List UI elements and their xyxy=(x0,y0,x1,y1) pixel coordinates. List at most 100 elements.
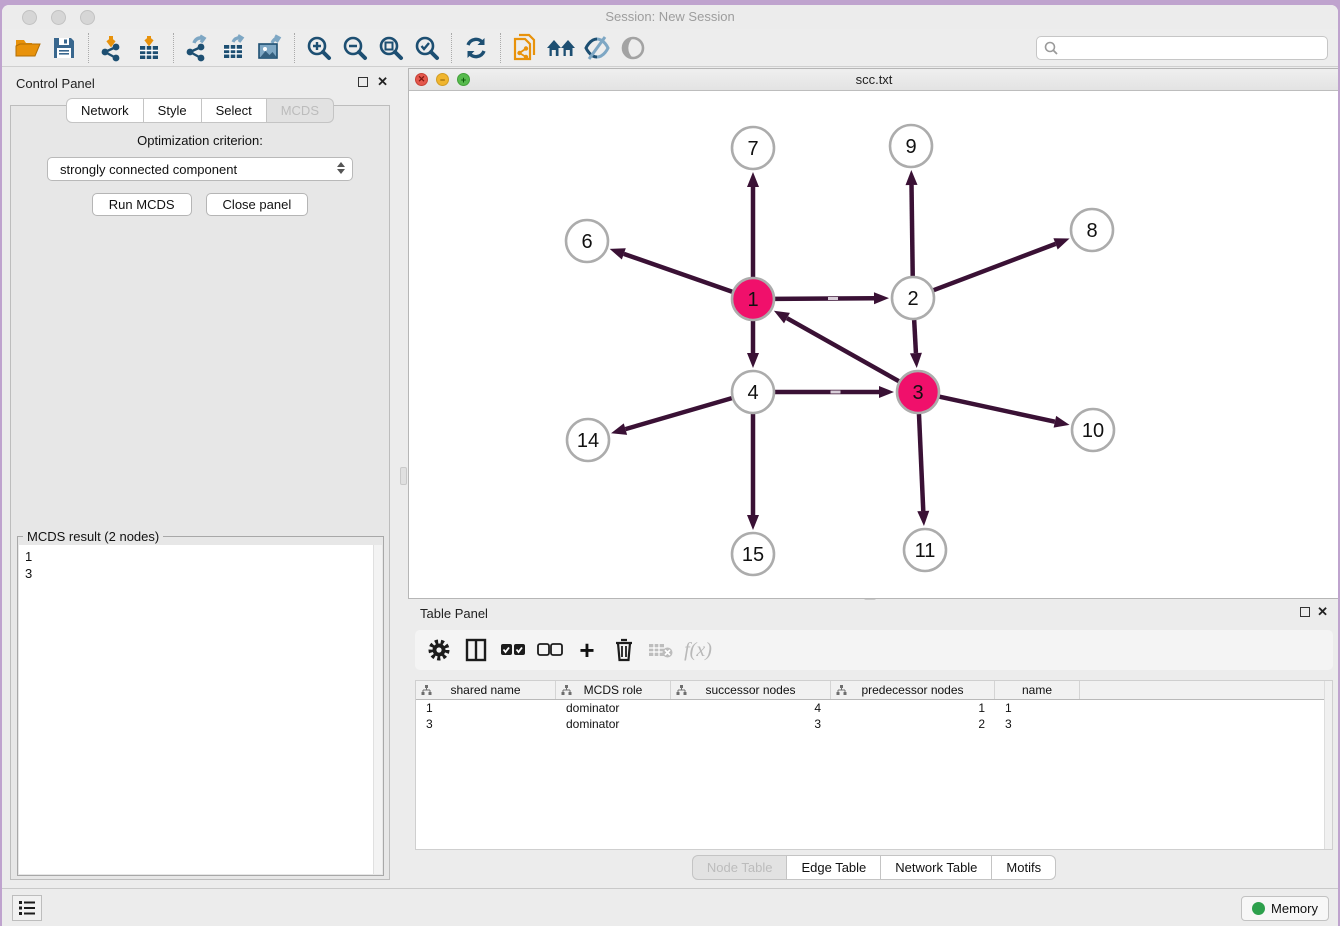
mcds-panel: Optimization criterion: strongly connect… xyxy=(10,105,390,880)
graph-edge-4-3[interactable] xyxy=(775,386,894,398)
tab-style[interactable]: Style xyxy=(144,98,202,123)
column-header-name[interactable]: name xyxy=(995,681,1080,699)
close-table-panel-icon[interactable]: ✕ xyxy=(1317,604,1328,620)
graph-edge-3-10[interactable] xyxy=(939,397,1069,428)
memory-button[interactable]: Memory xyxy=(1241,896,1329,921)
table-cell[interactable]: 3 xyxy=(671,716,831,732)
fx-icon: f(x) xyxy=(684,639,712,662)
new-network-button[interactable] xyxy=(507,32,543,64)
graph-edge-1-2[interactable] xyxy=(775,292,889,304)
column-header-MCDS-role[interactable]: MCDS role xyxy=(556,681,671,699)
run-mcds-button[interactable]: Run MCDS xyxy=(92,193,192,216)
tab-network-table[interactable]: Network Table xyxy=(881,855,992,880)
graph-node-15[interactable]: 15 xyxy=(732,533,774,575)
graph-edge-4-15[interactable] xyxy=(747,414,759,530)
zoom-fit-button[interactable] xyxy=(373,32,409,64)
close-panel-button[interactable]: Close panel xyxy=(206,193,309,216)
deselect-all-columns-button[interactable] xyxy=(536,636,564,664)
show-hide-button[interactable] xyxy=(615,32,651,64)
homes-icon xyxy=(545,36,577,60)
deselect-all-icon xyxy=(537,643,563,657)
import-network-button[interactable] xyxy=(95,32,131,64)
column-header-successor-nodes[interactable]: successor nodes xyxy=(671,681,831,699)
table-cell[interactable]: dominator xyxy=(556,700,671,716)
toggle-style-button[interactable] xyxy=(579,32,615,64)
graph-edge-1-4[interactable] xyxy=(747,321,759,368)
zoom-fit-icon xyxy=(378,35,404,61)
node-label: 4 xyxy=(747,382,758,404)
toolbar-separator xyxy=(294,33,295,63)
graph-node-14[interactable]: 14 xyxy=(567,419,609,461)
home-pages-button[interactable] xyxy=(543,32,579,64)
table-settings-button[interactable] xyxy=(425,636,453,664)
export-image-button[interactable] xyxy=(252,32,288,64)
apply-layout-button[interactable] xyxy=(458,32,494,64)
table-cell[interactable]: 3 xyxy=(995,716,1080,732)
column-header-shared-name[interactable]: shared name xyxy=(416,681,556,699)
graph-edge-2-9[interactable] xyxy=(906,170,918,276)
tab-network[interactable]: Network xyxy=(66,98,144,123)
graph-edge-2-3[interactable] xyxy=(910,320,922,368)
graph-node-11[interactable]: 11 xyxy=(904,529,946,571)
table-scrollbar[interactable] xyxy=(1324,681,1332,849)
function-builder-button[interactable]: f(x) xyxy=(684,636,712,664)
criterion-select[interactable]: strongly connected component xyxy=(47,157,353,181)
result-scrollbar[interactable] xyxy=(373,545,382,874)
graph-node-9[interactable]: 9 xyxy=(890,125,932,167)
graph-node-10[interactable]: 10 xyxy=(1072,409,1114,451)
graph-node-8[interactable]: 8 xyxy=(1071,209,1113,251)
table-cell[interactable]: 1 xyxy=(831,700,995,716)
show-columns-button[interactable] xyxy=(462,636,490,664)
table-cell[interactable]: 3 xyxy=(416,716,556,732)
tab-select[interactable]: Select xyxy=(202,98,267,123)
column-header-predecessor-nodes[interactable]: predecessor nodes xyxy=(831,681,995,699)
mcds-result-text[interactable]: 1 3 xyxy=(19,545,382,874)
graph-node-6[interactable]: 6 xyxy=(566,220,608,262)
graph-node-2[interactable]: 2 xyxy=(892,277,934,319)
graph-node-3[interactable]: 3 xyxy=(897,371,939,413)
export-table-button[interactable] xyxy=(216,32,252,64)
search-box[interactable] xyxy=(1036,36,1328,60)
table-cell[interactable]: 1 xyxy=(416,700,556,716)
network-canvas[interactable]: 7 9 6 8 1 2 4 3 14 10 15 11 xyxy=(409,91,1338,598)
save-session-button[interactable] xyxy=(46,32,82,64)
delete-table-button[interactable] xyxy=(647,636,675,664)
vertical-splitter-grip[interactable] xyxy=(400,467,407,485)
tab-edge-table[interactable]: Edge Table xyxy=(787,855,881,880)
open-session-button[interactable] xyxy=(10,32,46,64)
float-table-panel-icon[interactable] xyxy=(1300,607,1310,617)
table-row[interactable]: 3dominator323 xyxy=(416,716,1332,732)
create-column-button[interactable]: + xyxy=(573,636,601,664)
graph-node-7[interactable]: 7 xyxy=(732,127,774,169)
table-cell[interactable]: dominator xyxy=(556,716,671,732)
select-all-columns-button[interactable] xyxy=(499,636,527,664)
graph-edge-4-14[interactable] xyxy=(611,398,732,435)
table-cell[interactable]: 1 xyxy=(995,700,1080,716)
table-cell[interactable]: 2 xyxy=(831,716,995,732)
search-input[interactable] xyxy=(1059,37,1327,59)
save-floppy-icon xyxy=(52,36,76,60)
float-panel-icon[interactable] xyxy=(358,77,368,87)
tab-motifs[interactable]: Motifs xyxy=(992,855,1056,880)
import-table-button[interactable] xyxy=(131,32,167,64)
tab-node-table[interactable]: Node Table xyxy=(692,855,788,880)
graph-edge-3-1[interactable] xyxy=(774,311,899,381)
zoom-in-button[interactable] xyxy=(301,32,337,64)
delete-column-button[interactable] xyxy=(610,636,638,664)
graph-node-1[interactable]: 1 xyxy=(732,278,774,320)
close-panel-icon[interactable]: ✕ xyxy=(377,74,388,90)
table-row[interactable]: 1dominator411 xyxy=(416,700,1332,716)
graph-edge-1-7[interactable] xyxy=(747,172,759,277)
graph-edge-2-8[interactable] xyxy=(934,238,1070,290)
export-network-button[interactable] xyxy=(180,32,216,64)
graph-edge-3-11[interactable] xyxy=(917,414,929,526)
graph-node-4[interactable]: 4 xyxy=(732,371,774,413)
node-label: 3 xyxy=(912,382,923,404)
table-cell[interactable]: 4 xyxy=(671,700,831,716)
zoom-out-button[interactable] xyxy=(337,32,373,64)
zoom-selected-button[interactable] xyxy=(409,32,445,64)
tab-mcds[interactable]: MCDS xyxy=(267,98,334,123)
graph-edge-1-6[interactable] xyxy=(610,248,733,292)
task-history-button[interactable] xyxy=(12,895,42,921)
main-toolbar xyxy=(2,29,1338,67)
